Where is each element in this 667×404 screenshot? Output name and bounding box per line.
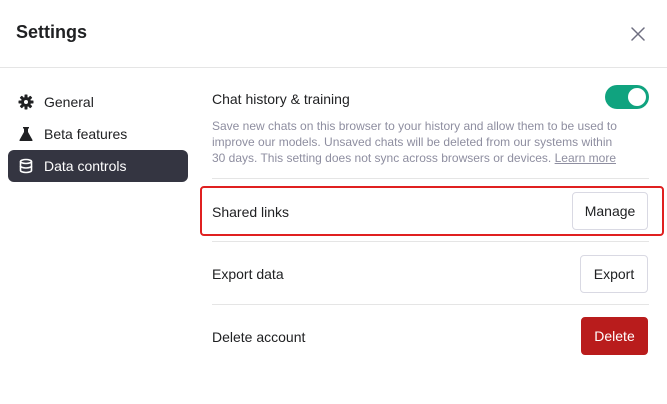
sidebar-item-beta-features[interactable]: Beta features [8, 118, 188, 150]
database-icon [18, 158, 34, 174]
divider [212, 178, 649, 179]
export-data-title: Export data [212, 266, 284, 282]
sidebar-item-data-controls[interactable]: Data controls [8, 150, 188, 182]
dialog-title: Settings [16, 22, 88, 42]
delete-account-button[interactable]: Delete [581, 317, 648, 355]
divider [212, 241, 649, 242]
sidebar-item-general[interactable]: General [8, 86, 188, 118]
learn-more-link[interactable]: Learn more [555, 151, 616, 165]
export-button[interactable]: Export [580, 255, 648, 293]
dialog-header: Settings [0, 0, 667, 68]
gear-icon [18, 94, 34, 110]
highlight-annotation [200, 186, 664, 236]
delete-account-title: Delete account [212, 329, 306, 345]
sidebar-item-label: Data controls [44, 158, 127, 174]
settings-nav: General Beta features Data controls [8, 86, 188, 182]
toggle-knob [628, 88, 646, 106]
close-icon [631, 27, 645, 41]
divider [212, 304, 649, 305]
close-button[interactable] [626, 22, 650, 46]
sidebar-item-label: General [44, 94, 94, 110]
flask-icon [18, 126, 34, 142]
sidebar-item-label: Beta features [44, 126, 128, 142]
chat-history-title: Chat history & training [212, 91, 350, 107]
chat-history-description: Save new chats on this browser to your h… [212, 118, 622, 166]
chat-history-toggle[interactable] [605, 85, 649, 109]
